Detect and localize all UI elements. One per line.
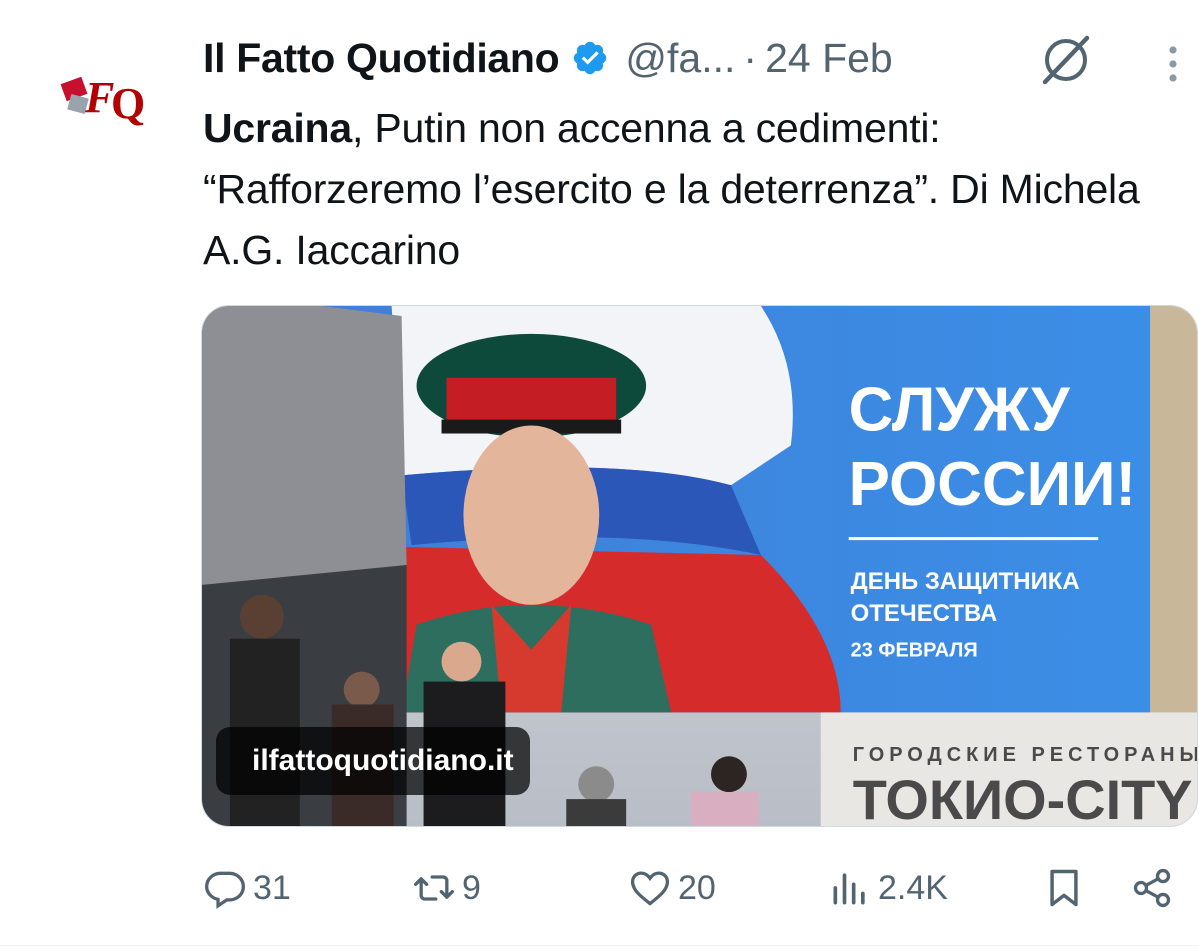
tweet-text-hashtag[interactable]: Ucraina [203,105,352,151]
bookmark-button[interactable] [1042,848,1086,928]
reply-count: 31 [253,868,291,907]
author-handle[interactable]: @fa... [625,35,735,82]
repost-icon [414,875,454,901]
views-icon [833,873,865,905]
share-icon [1133,868,1171,908]
storefront-big-text: ТОКИО-CITY [853,768,1193,826]
views-button[interactable]: 2.4K [828,848,948,928]
media-source-label[interactable]: ilfattoquotidiano.it [216,727,530,795]
view-count: 2.4K [878,868,948,907]
bookmark-icon [1050,869,1078,907]
billboard-sub-2: ОТЕЧЕСТВА [851,600,998,627]
like-button[interactable]: 20 [628,848,716,928]
tweet-divider [0,945,1199,946]
billboard-sub-3: 23 ФЕВРАЛЯ [851,640,978,662]
reply-icon [205,871,245,909]
like-count: 20 [678,868,716,907]
tweet-text: Ucraina, Putin non accenna a cedimenti: … [203,98,1183,281]
storefront-small-text: ГОРОДСКИЕ РЕСТОРАНЫ [853,744,1197,766]
more-options-icon[interactable] [1155,40,1191,90]
tweet-action-bar: 31 9 20 2.4K [0,848,1199,928]
repost-button[interactable]: 9 [412,848,481,928]
share-button[interactable] [1130,848,1174,928]
verified-badge-icon [574,41,607,75]
tweet-header: Il Fatto Quotidiano @fa... · 24 Feb [203,30,1103,86]
reply-button[interactable]: 31 [203,848,291,928]
billboard-line-2: РОССИИ! [849,450,1136,519]
fq-logo-icon: F Q [60,73,145,128]
heart-icon [630,871,670,906]
header-separator: · [743,34,758,81]
svg-text:Q: Q [111,79,145,128]
tweet-date[interactable]: 24 Feb [765,35,893,82]
grok-icon[interactable] [1035,30,1097,86]
svg-text:F: F [84,73,114,122]
billboard-sub-1: ДЕНЬ ЗАЩИТНИКА [851,568,1080,595]
author-avatar[interactable]: F Q [55,60,155,140]
author-name[interactable]: Il Fatto Quotidiano [203,35,560,82]
repost-count: 9 [462,868,481,907]
billboard-line-1: СЛУЖУ [849,376,1071,445]
